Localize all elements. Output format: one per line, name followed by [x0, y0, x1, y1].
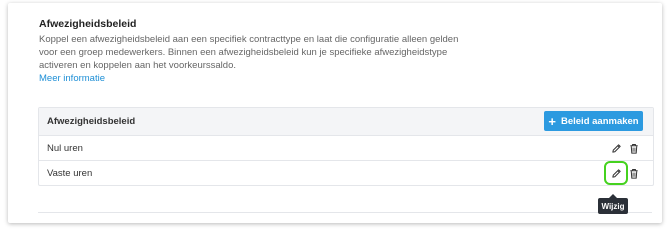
policy-table: Afwezigheidsbeleid + Beleid aanmaken Nul… — [38, 107, 654, 186]
section-description: Koppel een afwezigheidsbeleid aan een sp… — [39, 34, 459, 71]
row-label: Nul uren — [47, 143, 83, 154]
pencil-icon[interactable] — [609, 141, 623, 155]
pencil-icon[interactable] — [604, 161, 628, 185]
column-header: Afwezigheidsbeleid — [47, 116, 136, 127]
table-row: Vaste uren — [39, 161, 653, 185]
plus-icon: + — [548, 113, 556, 129]
section-title: Afwezigheidsbeleid — [39, 18, 137, 30]
divider — [38, 212, 652, 213]
edit-tooltip: Wijzig — [598, 194, 628, 214]
create-policy-label: Beleid aanmaken — [560, 115, 639, 127]
table-row: Nul uren — [39, 136, 653, 161]
trash-icon[interactable] — [627, 166, 641, 180]
more-info-link[interactable]: Meer informatie — [39, 73, 105, 84]
row-label: Vaste uren — [47, 168, 93, 179]
trash-icon[interactable] — [627, 141, 641, 155]
create-policy-button[interactable]: + Beleid aanmaken — [544, 111, 643, 131]
table-header: Afwezigheidsbeleid + Beleid aanmaken — [39, 108, 653, 136]
